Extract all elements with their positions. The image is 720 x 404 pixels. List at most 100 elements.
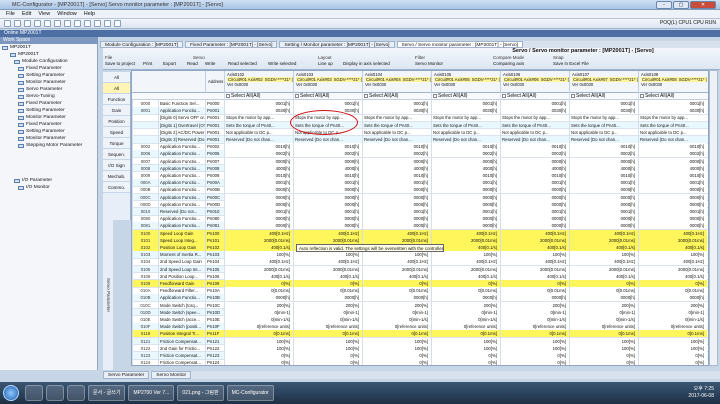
param-value-cell[interactable]: 0[reference units]	[431, 323, 500, 331]
param-value-cell[interactable]: 0[%]	[500, 359, 569, 365]
param-value-cell[interactable]: 4000[h]	[293, 164, 362, 172]
param-value-cell[interactable]: 0002[h]	[569, 150, 638, 158]
param-value-cell[interactable]: 2000[0.01ms]	[500, 265, 569, 273]
param-value-cell[interactable]: 0000[h]	[569, 200, 638, 208]
tree-item[interactable]: Servo-Tuning	[0, 93, 97, 100]
export-button[interactable]: Export	[163, 61, 176, 66]
param-value-cell[interactable]: 0[%]	[638, 352, 707, 359]
comparing-axis-button[interactable]: Comparing axis	[493, 61, 524, 66]
param-value-cell[interactable]: 0010[h]	[638, 172, 707, 179]
param-value-cell[interactable]: 0000[h]	[431, 215, 500, 223]
menu-view[interactable]: View	[38, 11, 50, 17]
param-value-cell[interactable]: 100[%]	[500, 251, 569, 259]
param-value-cell[interactable]: 0001[h]	[431, 100, 500, 107]
category-item[interactable]: Sequen.	[103, 149, 130, 160]
param-value-cell[interactable]: 0[min-1/s]	[431, 316, 500, 323]
param-value-cell[interactable]: Sets the torque of Pn40...	[500, 121, 569, 129]
param-value-cell[interactable]: 200[%]	[569, 301, 638, 309]
param-value-cell[interactable]: 0000[h]	[431, 200, 500, 208]
category-item[interactable]: Torque	[103, 138, 130, 149]
param-value-cell[interactable]: 400[0.1/s]	[362, 272, 431, 280]
param-value-cell[interactable]: 0[%]	[431, 352, 500, 359]
param-value-cell[interactable]: 0[%]	[638, 359, 707, 365]
select-all-checkbox[interactable]: Select All(All)	[293, 93, 362, 100]
menu-file[interactable]: File	[6, 11, 15, 17]
print-button[interactable]: Print	[143, 61, 152, 66]
cut-icon[interactable]	[44, 20, 51, 27]
browser-icon[interactable]	[25, 385, 43, 401]
param-value-cell[interactable]: 0001[h]	[362, 208, 431, 215]
axis-header[interactable]: Axis0104Circuit#01 Axis#04SGDV-****21* (…	[362, 71, 431, 93]
param-value-cell[interactable]: 0[0.01ms]	[638, 287, 707, 295]
param-value-cell[interactable]: 0[reference units]	[224, 323, 293, 331]
param-value-cell[interactable]: 0010[h]	[500, 172, 569, 179]
axis-header[interactable]: Axis0102Circuit#01 Axis#02SGDV-****21* (…	[224, 71, 293, 93]
param-value-cell[interactable]: Stops the motor by app...	[569, 114, 638, 122]
param-value-cell[interactable]: 0010[h]	[431, 172, 500, 179]
param-value-cell[interactable]: 0[0.1ms]	[500, 330, 569, 338]
param-value-cell[interactable]: 0000[h]	[224, 215, 293, 223]
param-value-cell[interactable]: 0002[h]	[362, 150, 431, 158]
param-value-cell[interactable]: 0[min-1/s]	[362, 316, 431, 323]
param-value-cell[interactable]: 400[0.1/s]	[431, 272, 500, 280]
param-value-cell[interactable]: 4000[h]	[500, 164, 569, 172]
param-value-cell[interactable]: 0000[h]	[638, 193, 707, 201]
tree-item[interactable]: Fixed Parameter	[0, 65, 97, 72]
param-value-cell[interactable]: 0000[h]	[569, 222, 638, 230]
axis-header[interactable]: Axis0107Circuit#01 Axis#07SGDV-****21* (…	[569, 71, 638, 93]
param-value-cell[interactable]: 100[%]	[569, 251, 638, 259]
param-value-cell[interactable]: 0010[h]	[362, 143, 431, 151]
param-value-cell[interactable]: 0[min-1]	[224, 308, 293, 316]
param-value-cell[interactable]: 0000[h]	[500, 193, 569, 201]
tree-item[interactable]: I/O Monitor	[0, 184, 97, 191]
param-value-cell[interactable]: 0001[h]	[569, 100, 638, 107]
param-value-cell[interactable]: 400[0.1Hz]	[293, 229, 362, 237]
param-value-cell[interactable]: 100[%]	[362, 344, 431, 352]
param-value-cell[interactable]: Stops the motor by app...	[500, 114, 569, 122]
param-value-cell[interactable]: 0[reference units]	[638, 323, 707, 331]
param-value-cell[interactable]: 0[%]	[362, 352, 431, 359]
param-value-cell[interactable]: 0[0.1ms]	[362, 330, 431, 338]
param-value-cell[interactable]: 2000[0.01ms]	[362, 265, 431, 273]
monitor-icon[interactable]	[114, 20, 121, 27]
task-paint[interactable]: 021.png - 그림판	[177, 385, 224, 401]
param-value-cell[interactable]: 0000[h]	[293, 157, 362, 165]
read-selected-button[interactable]: Read selected	[228, 61, 257, 66]
param-value-cell[interactable]: 400[0.1Hz]	[224, 229, 293, 237]
param-value-cell[interactable]: 0000[h]	[500, 186, 569, 194]
param-value-cell[interactable]: 400[0.1Hz]	[638, 258, 707, 266]
param-value-cell[interactable]: 0000[h]	[431, 193, 500, 201]
param-value-cell[interactable]: 0010[h]	[500, 143, 569, 151]
category-item[interactable]: Function	[103, 94, 130, 105]
param-value-cell[interactable]: 0[0.01ms]	[362, 287, 431, 295]
param-value-cell[interactable]: 0010[h]	[569, 172, 638, 179]
param-value-cell[interactable]: 0000[h]	[638, 157, 707, 165]
tree-item[interactable]: Module Configuration	[0, 58, 97, 65]
write-selected-button[interactable]: Write selected	[268, 61, 296, 66]
param-value-cell[interactable]: 0001[h]	[638, 208, 707, 215]
param-value-cell[interactable]: 2000[0.01ms]	[569, 265, 638, 273]
param-value-cell[interactable]: 0[%]	[362, 359, 431, 365]
param-value-cell[interactable]: Sets the torque of Pn40...	[362, 121, 431, 129]
param-value-cell[interactable]: 0[0.01ms]	[293, 287, 362, 295]
tree-item[interactable]: Setting Parameter	[0, 72, 97, 79]
param-value-cell[interactable]: 0000[h]	[362, 193, 431, 201]
param-value-cell[interactable]: 0000[h]	[500, 294, 569, 302]
param-value-cell[interactable]: 0000[h]	[569, 215, 638, 223]
param-value-cell[interactable]: 0[min-1/s]	[569, 316, 638, 323]
param-value-cell[interactable]: 400[0.1Hz]	[500, 229, 569, 237]
param-value-cell[interactable]: 0000[h]	[569, 186, 638, 194]
param-value-cell[interactable]: 0030[h]	[500, 107, 569, 115]
param-value-cell[interactable]: 0[min-1]	[569, 308, 638, 316]
param-value-cell[interactable]: 100[%]	[638, 337, 707, 345]
param-value-cell[interactable]: 4000[h]	[224, 164, 293, 172]
tab-servo-monitor[interactable]: Servo / Servo monitor parameter : [MP200…	[396, 41, 524, 48]
param-value-cell[interactable]: 0[%]	[500, 352, 569, 359]
param-value-cell[interactable]: 100[%]	[224, 337, 293, 345]
tree-item[interactable]: Setting Parameter	[0, 128, 97, 135]
param-value-cell[interactable]: 0000[h]	[638, 222, 707, 230]
param-value-cell[interactable]: 100[%]	[224, 344, 293, 352]
param-value-cell[interactable]: 100[%]	[293, 344, 362, 352]
param-value-cell[interactable]: Sets the torque of Pn40...	[431, 121, 500, 129]
param-value-cell[interactable]: Not applicable to DC p...	[500, 128, 569, 136]
